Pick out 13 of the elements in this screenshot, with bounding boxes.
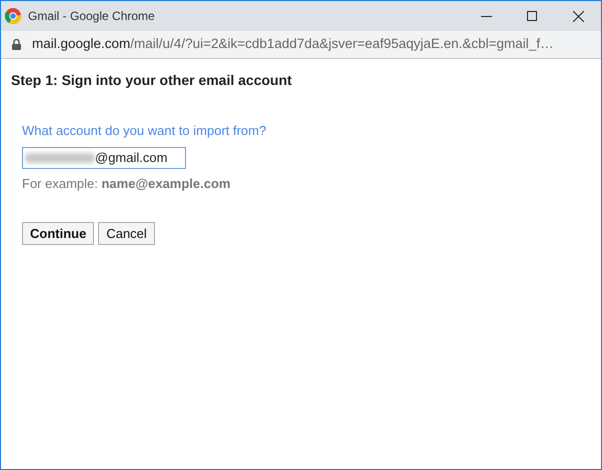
maximize-icon [527, 11, 537, 21]
lock-icon [12, 39, 21, 50]
example-hint: For example: name@example.com [22, 174, 232, 193]
redaction-blur [25, 152, 95, 162]
window-title: Gmail - Google Chrome [28, 8, 155, 25]
page-heading: Step 1: Sign into your other email account [11, 71, 293, 90]
email-input-field[interactable]: @gmail.com [22, 146, 186, 168]
chrome-logo-icon [5, 8, 21, 24]
email-value: @gmail.com [95, 148, 168, 167]
form-button[interactable]: Cancel [98, 222, 155, 245]
close-icon [572, 10, 584, 22]
field-label: What account do you want to import from? [22, 122, 268, 140]
form-button[interactable]: Continue [22, 222, 94, 245]
